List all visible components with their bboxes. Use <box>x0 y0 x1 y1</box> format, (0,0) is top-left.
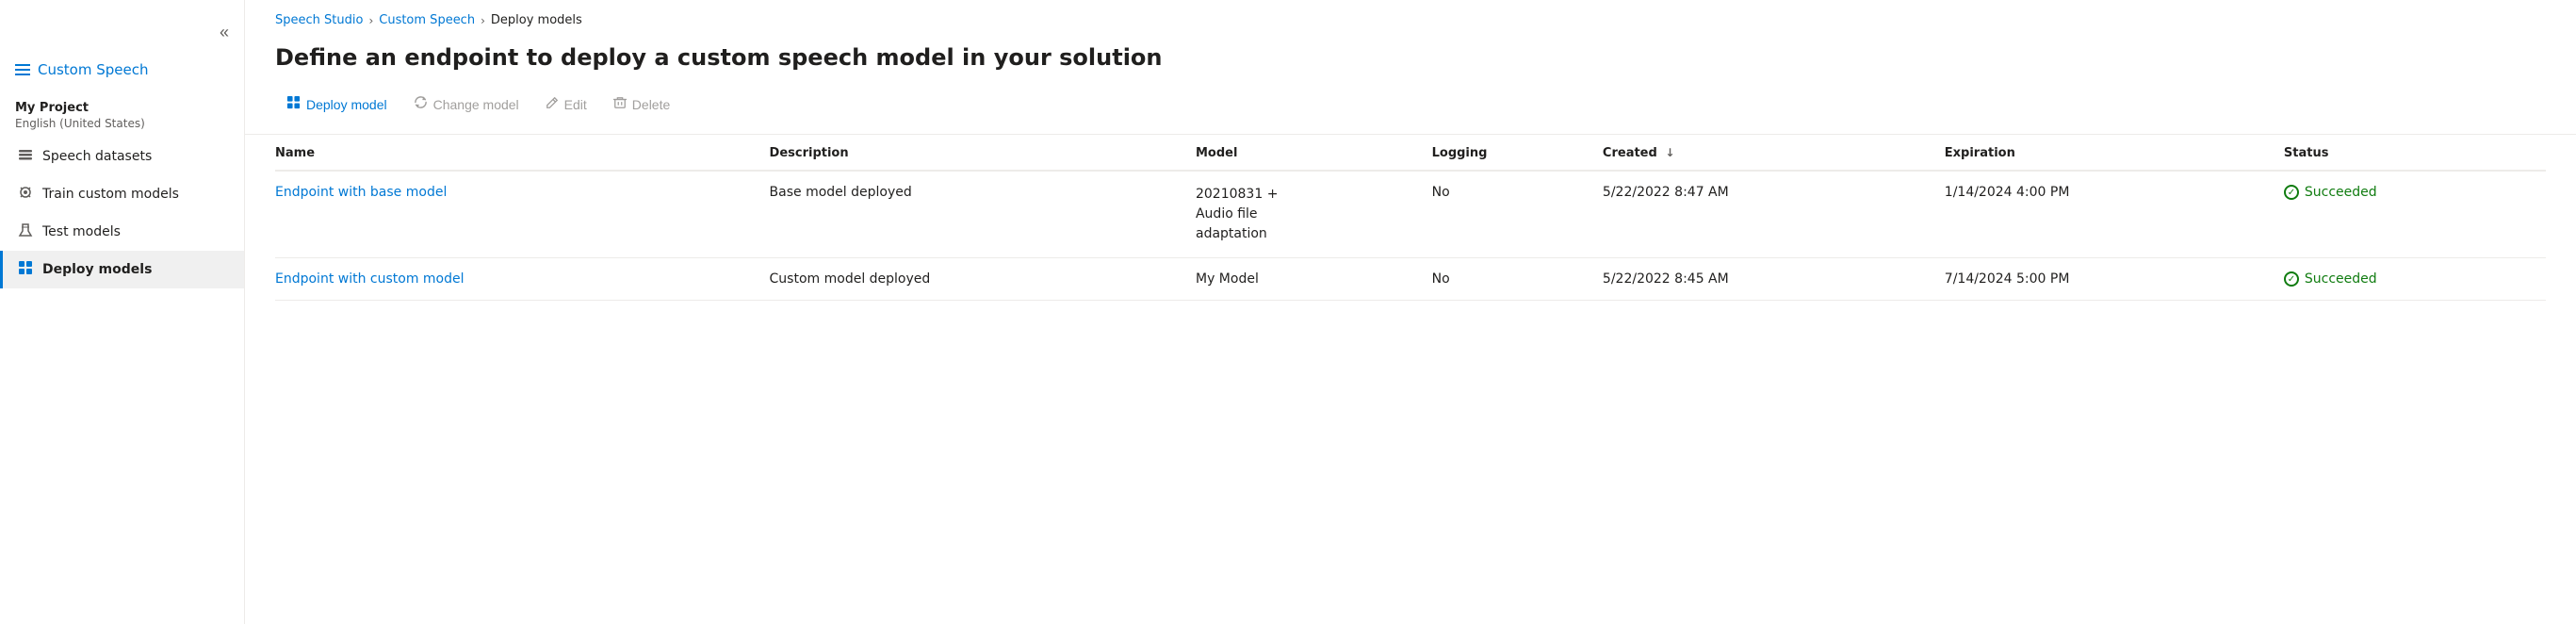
edit-icon <box>546 96 559 113</box>
sidebar: « Custom Speech My Project English (Unit… <box>0 0 245 624</box>
change-model-label: Change model <box>433 97 519 112</box>
deploy-icon <box>18 260 33 279</box>
breadcrumb: Speech Studio › Custom Speech › Deploy m… <box>245 0 2576 37</box>
datasets-icon <box>18 147 33 166</box>
page-title: Define an endpoint to deploy a custom sp… <box>245 37 2576 90</box>
change-model-icon <box>414 95 428 113</box>
cell-description-0: Base model deployed <box>770 171 1196 258</box>
cell-status-1: ✓ Succeeded <box>2284 258 2546 301</box>
status-badge-1: ✓ Succeeded <box>2284 271 2531 287</box>
cell-created-1: 5/22/2022 8:45 AM <box>1603 258 1945 301</box>
table-row: Endpoint with custom model Custom model … <box>275 258 2546 301</box>
sidebar-item-speech-datasets[interactable]: Speech datasets <box>0 138 244 175</box>
succeeded-icon-0: ✓ <box>2284 185 2299 200</box>
sidebar-item-label: Test models <box>42 224 121 239</box>
sidebar-item-deploy-models[interactable]: Deploy models <box>0 251 244 288</box>
hamburger-icon <box>15 64 30 75</box>
breadcrumb-speech-studio[interactable]: Speech Studio <box>275 13 363 27</box>
cell-name-1: Endpoint with custom model <box>275 258 770 301</box>
col-description: Description <box>770 135 1196 171</box>
breadcrumb-custom-speech[interactable]: Custom Speech <box>379 13 475 27</box>
col-expiration: Expiration <box>1945 135 2284 171</box>
sidebar-item-train-models[interactable]: Train custom models <box>0 175 244 213</box>
edit-button[interactable]: Edit <box>534 90 598 119</box>
sort-icon: ↓ <box>1665 146 1674 159</box>
main-content: Speech Studio › Custom Speech › Deploy m… <box>245 0 2576 624</box>
endpoint-link-1[interactable]: Endpoint with custom model <box>275 271 465 287</box>
cell-model-0: 20210831 +Audio fileadaptation <box>1196 171 1432 258</box>
project-title: My Project <box>0 93 244 117</box>
breadcrumb-sep-2: › <box>481 14 485 27</box>
sidebar-item-test-models[interactable]: Test models <box>0 213 244 251</box>
cell-status-0: ✓ Succeeded <box>2284 171 2546 258</box>
delete-button[interactable]: Delete <box>602 90 681 119</box>
cell-logging-0: No <box>1432 171 1603 258</box>
breadcrumb-sep-1: › <box>368 14 373 27</box>
col-model: Model <box>1196 135 1432 171</box>
cell-expiration-1: 7/14/2024 5:00 PM <box>1945 258 2284 301</box>
sidebar-app-label: Custom Speech <box>38 61 149 78</box>
status-badge-0: ✓ Succeeded <box>2284 185 2531 200</box>
deploy-model-label: Deploy model <box>306 97 387 112</box>
sidebar-app-title: Custom Speech <box>0 54 244 93</box>
edit-label: Edit <box>564 97 587 112</box>
table-row: Endpoint with base model Base model depl… <box>275 171 2546 258</box>
breadcrumb-current: Deploy models <box>491 13 582 27</box>
status-text-1: Succeeded <box>2305 271 2377 287</box>
col-name: Name <box>275 135 770 171</box>
deploy-model-button[interactable]: Deploy model <box>275 90 399 119</box>
col-created[interactable]: Created ↓ <box>1603 135 1945 171</box>
project-subtitle: English (United States) <box>0 117 244 138</box>
cell-expiration-0: 1/14/2024 4:00 PM <box>1945 171 2284 258</box>
table-header-row: Name Description Model Logging Created ↓ <box>275 135 2546 171</box>
toolbar: Deploy model Change model Edit Delete <box>245 90 2576 135</box>
sidebar-collapse-button[interactable]: « <box>216 19 233 46</box>
cell-created-0: 5/22/2022 8:47 AM <box>1603 171 1945 258</box>
delete-label: Delete <box>632 97 670 112</box>
sidebar-item-label: Train custom models <box>42 187 179 202</box>
cell-description-1: Custom model deployed <box>770 258 1196 301</box>
train-icon <box>18 185 33 204</box>
endpoints-table: Name Description Model Logging Created ↓ <box>275 135 2546 301</box>
endpoint-link-0[interactable]: Endpoint with base model <box>275 185 447 200</box>
deploy-model-icon <box>286 95 301 113</box>
sidebar-item-label: Deploy models <box>42 262 152 277</box>
cell-name-0: Endpoint with base model <box>275 171 770 258</box>
status-text-0: Succeeded <box>2305 185 2377 200</box>
change-model-button[interactable]: Change model <box>402 90 530 119</box>
sidebar-item-label: Speech datasets <box>42 149 152 164</box>
col-status: Status <box>2284 135 2546 171</box>
test-icon <box>18 222 33 241</box>
delete-icon <box>613 96 627 113</box>
col-logging: Logging <box>1432 135 1603 171</box>
cell-model-1: My Model <box>1196 258 1432 301</box>
sidebar-collapse-area: « <box>0 11 244 54</box>
table-container: Name Description Model Logging Created ↓ <box>245 135 2576 624</box>
succeeded-icon-1: ✓ <box>2284 271 2299 287</box>
cell-logging-1: No <box>1432 258 1603 301</box>
